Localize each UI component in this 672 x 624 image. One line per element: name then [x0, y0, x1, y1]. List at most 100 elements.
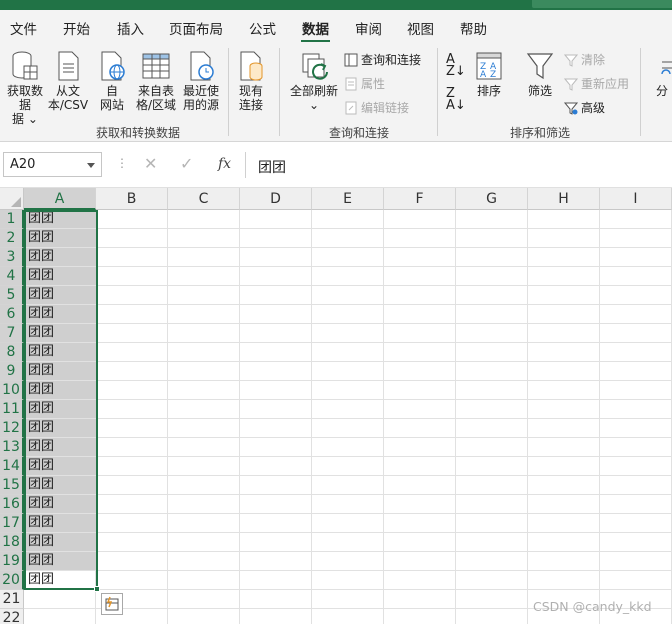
search-box[interactable]: [532, 0, 672, 8]
database-icon: [12, 51, 38, 80]
row-header-18[interactable]: 18: [0, 533, 24, 552]
row-header-3[interactable]: 3: [0, 248, 24, 267]
text-to-columns-button[interactable]: 分: [656, 50, 672, 98]
row-header-16[interactable]: 16: [0, 495, 24, 514]
row-header-20[interactable]: 20: [0, 571, 24, 590]
column-header-h[interactable]: H: [528, 188, 600, 210]
recent-sources-button[interactable]: 最近使 用的源: [180, 50, 222, 112]
grid-line: [167, 210, 168, 624]
grid-line: [24, 380, 672, 381]
from-table-button[interactable]: 来自表 格/区域: [134, 50, 178, 112]
tab-view[interactable]: 视图: [407, 18, 434, 38]
row-header-22[interactable]: 22: [0, 609, 24, 624]
properties-button[interactable]: 属性: [344, 75, 385, 92]
worksheet-grid[interactable]: A B C D E F G H I 1 团团 2 团团 3 团团 4 团团 5 团团 6 团团 7 团团 8 团团 9 团团 10 团团…: [0, 188, 672, 624]
edit-links-icon: [345, 101, 357, 115]
cancel-icon[interactable]: ✕: [144, 154, 157, 173]
formula-input[interactable]: 团团: [258, 157, 286, 177]
column-header-e[interactable]: E: [312, 188, 384, 210]
menu-bar: 文件 开始 插入 页面布局 公式 数据 审阅 视图 帮助: [0, 10, 672, 43]
select-all-corner[interactable]: [0, 188, 24, 210]
column-header-g[interactable]: G: [456, 188, 528, 210]
row-header-11[interactable]: 11: [0, 400, 24, 419]
sort-descending-button[interactable]: Z A↓: [446, 86, 466, 113]
tab-review[interactable]: 审阅: [355, 18, 382, 38]
from-web-label-2: 网站: [99, 98, 124, 112]
row-header-4[interactable]: 4: [0, 267, 24, 286]
split-columns-icon: [661, 61, 672, 75]
advanced-filter-button[interactable]: 高级: [564, 99, 605, 116]
filter-button[interactable]: 筛选: [522, 50, 558, 98]
row-header-2[interactable]: 2: [0, 229, 24, 248]
column-header-f[interactable]: F: [384, 188, 456, 210]
sort-label: 排序: [476, 84, 501, 98]
svg-text:A: A: [480, 70, 487, 80]
grid-line: [24, 532, 672, 533]
from-table-label-1: 来自表: [137, 84, 174, 98]
web-icon: [101, 51, 125, 81]
sort-za-icon: Z A↓: [446, 86, 466, 113]
grid-line: [24, 494, 672, 495]
clear-filter-button[interactable]: 清除: [564, 51, 605, 68]
row-header-9[interactable]: 9: [0, 362, 24, 381]
fill-handle[interactable]: [94, 586, 100, 592]
refresh-all-button[interactable]: 全部刷新 ⌄: [286, 50, 342, 112]
sort-dialog-icon: Z A A Z: [476, 52, 502, 80]
tab-help[interactable]: 帮助: [460, 18, 487, 38]
grid-line: [24, 228, 672, 229]
column-header-d[interactable]: D: [240, 188, 312, 210]
get-data-label: 获取数据: [6, 84, 43, 112]
edit-links-button[interactable]: 编辑链接: [344, 99, 409, 116]
chevron-down-icon[interactable]: [87, 163, 95, 168]
row-header-17[interactable]: 17: [0, 514, 24, 533]
grid-line: [24, 266, 672, 267]
tab-data[interactable]: 数据: [301, 18, 330, 43]
grid-line: [24, 247, 672, 248]
sort-ascending-button[interactable]: A Z↓: [446, 53, 466, 78]
column-header-i[interactable]: I: [600, 188, 672, 210]
row-header-7[interactable]: 7: [0, 324, 24, 343]
column-header-a[interactable]: A: [24, 188, 96, 210]
from-table-label-2: 格/区域: [135, 98, 177, 112]
column-header-c[interactable]: C: [168, 188, 240, 210]
more-options-icon[interactable]: ⋮: [116, 156, 128, 170]
recent-clock-icon: [190, 51, 214, 81]
group-divider: [228, 48, 229, 136]
row-header-1[interactable]: 1: [0, 210, 24, 229]
row-header-21[interactable]: 21: [0, 590, 24, 609]
row-header-5[interactable]: 5: [0, 286, 24, 305]
quick-analysis-button[interactable]: [101, 593, 123, 615]
column-header-b[interactable]: B: [96, 188, 168, 210]
existing-connections-button[interactable]: 现有 连接: [233, 50, 269, 112]
tab-page-layout[interactable]: 页面布局: [169, 18, 223, 38]
row-header-14[interactable]: 14: [0, 457, 24, 476]
name-box[interactable]: A20: [3, 152, 102, 177]
grid-line: [24, 399, 672, 400]
row-header-6[interactable]: 6: [0, 305, 24, 324]
grid-line: [311, 210, 312, 624]
row-header-15[interactable]: 15: [0, 476, 24, 495]
advanced-label: 高级: [581, 101, 606, 115]
group-divider: [437, 48, 438, 136]
grid-line: [24, 456, 672, 457]
chevron-down-icon: ⌄: [308, 98, 320, 112]
tab-formulas[interactable]: 公式: [249, 18, 276, 38]
insert-function-button[interactable]: fx: [218, 156, 231, 172]
tab-file[interactable]: 文件: [10, 18, 37, 38]
reapply-button[interactable]: 重新应用: [564, 75, 629, 92]
row-header-13[interactable]: 13: [0, 438, 24, 457]
row-header-10[interactable]: 10: [0, 381, 24, 400]
enter-check-icon[interactable]: ✓: [180, 154, 193, 173]
queries-connections-button[interactable]: 查询和连接: [344, 51, 421, 68]
row-header-12[interactable]: 12: [0, 419, 24, 438]
get-data-button[interactable]: 获取数据 据 ⌄: [4, 50, 46, 126]
row-header-8[interactable]: 8: [0, 343, 24, 362]
tab-insert[interactable]: 插入: [117, 18, 144, 38]
from-text-csv-button[interactable]: 从文 本/CSV: [47, 50, 89, 112]
advanced-filter-icon: [564, 102, 578, 115]
grid-line: [24, 418, 672, 419]
from-web-button[interactable]: 自 网站: [92, 50, 132, 112]
row-header-19[interactable]: 19: [0, 552, 24, 571]
tab-home[interactable]: 开始: [63, 18, 90, 38]
sort-button[interactable]: Z A A Z 排序: [472, 50, 506, 98]
